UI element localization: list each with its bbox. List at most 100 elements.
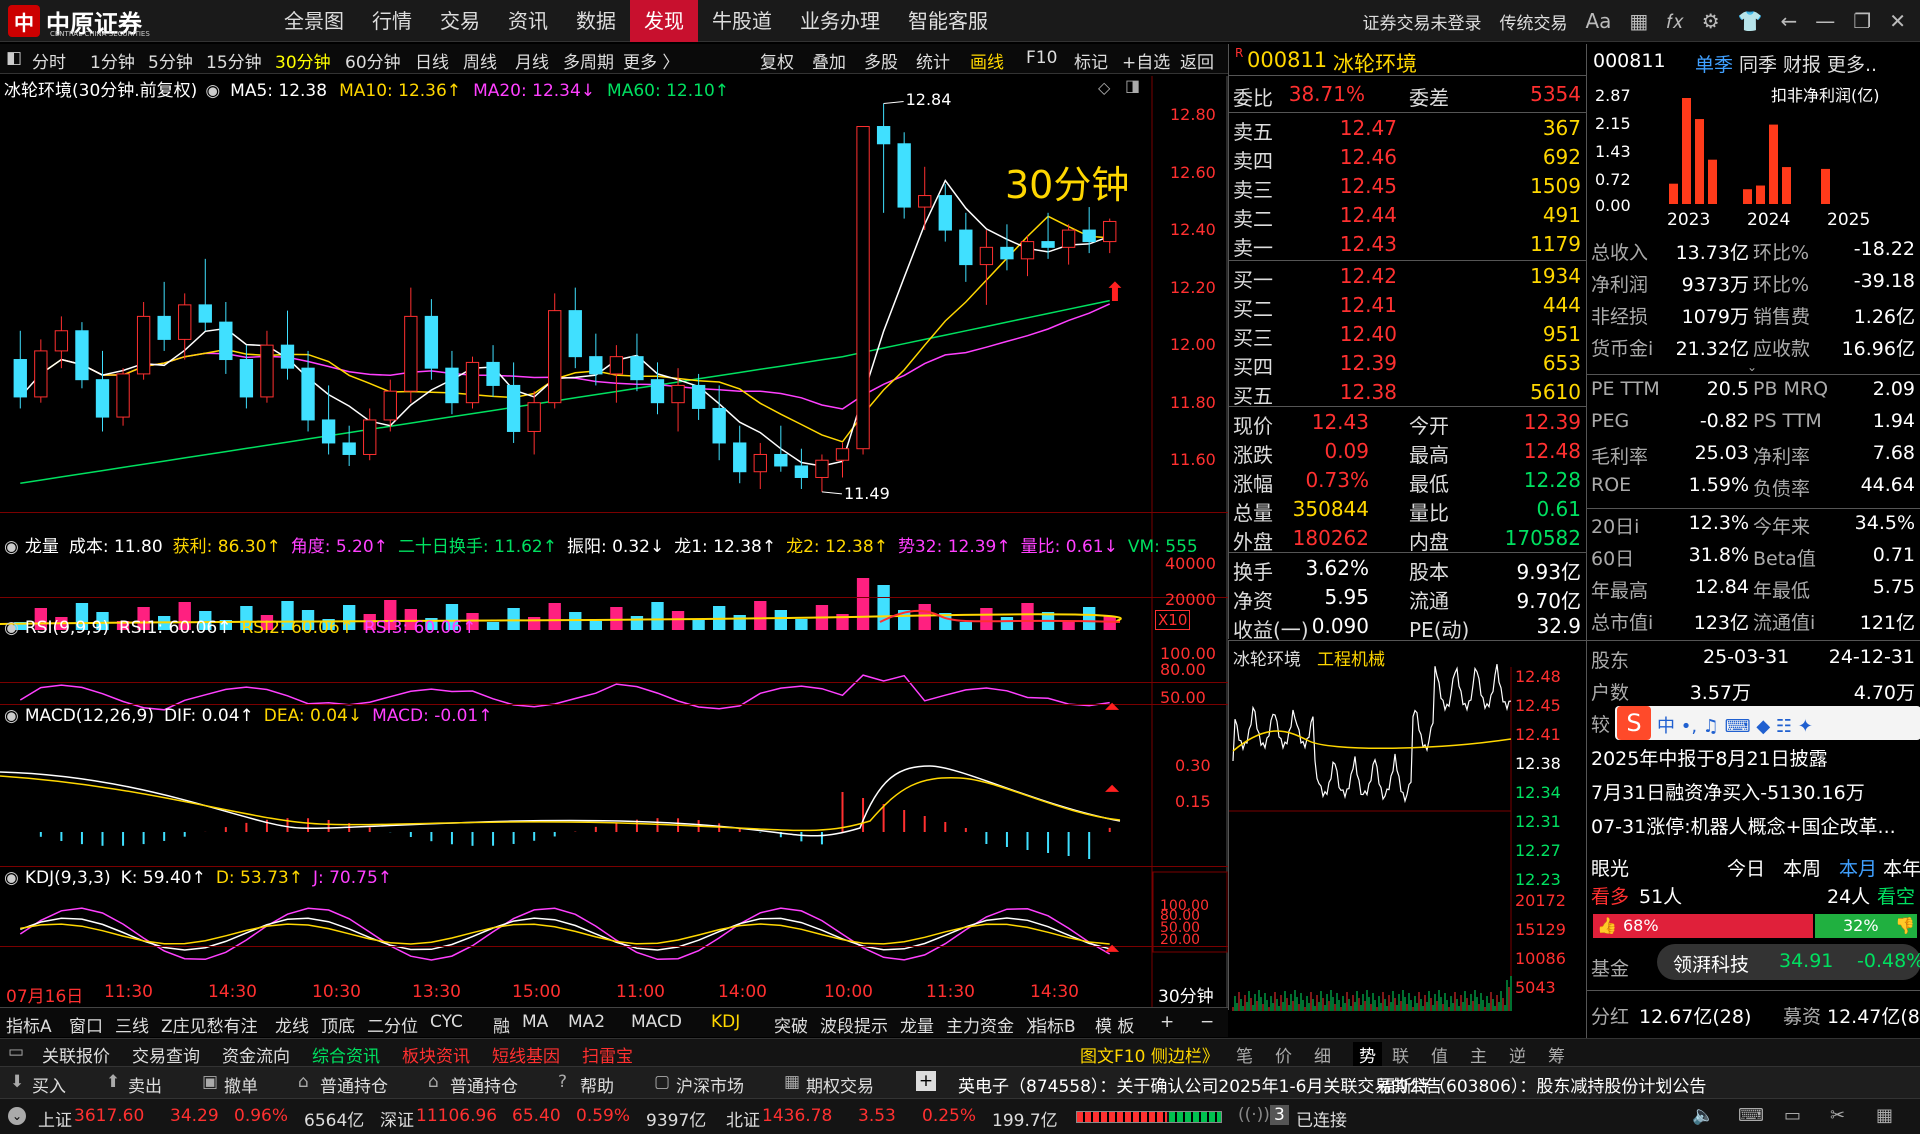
login-status[interactable]: 证券交易未登录 xyxy=(1362,9,1481,34)
tick-tab-1[interactable]: 价 xyxy=(1275,1042,1292,1067)
view-tab-1[interactable]: 本周 xyxy=(1783,854,1821,881)
view-tab-2[interactable]: 本月 xyxy=(1839,854,1877,881)
indicator-tab-16[interactable]: 主力资金 xyxy=(946,1012,1014,1037)
toolbar-action-2[interactable]: 多股 xyxy=(864,48,898,73)
back-arrow-icon[interactable]: ← xyxy=(1781,9,1798,33)
toolbar-action-6[interactable]: 标记 xyxy=(1074,48,1108,73)
period-tab-2[interactable]: 5分钟 xyxy=(148,48,193,73)
index-name-sh[interactable]: 上证 xyxy=(38,1106,72,1131)
nav-item-0[interactable]: 全景图 xyxy=(270,0,358,42)
gear-icon[interactable]: ⚙ xyxy=(1702,9,1720,33)
nav-item-5[interactable]: 发现 xyxy=(630,0,698,42)
f10-sidebar-link[interactable]: 图文F10 侧边栏》 xyxy=(1080,1042,1219,1067)
trade-button-6[interactable]: 沪深市场 xyxy=(676,1072,744,1097)
layout-toggle-icon[interactable]: ◧ xyxy=(6,48,22,68)
info-tab-0[interactable]: 关联报价 xyxy=(42,1042,110,1067)
grid-icon[interactable]: ▦ xyxy=(1629,9,1648,33)
tick-tab-4[interactable]: 联 xyxy=(1392,1042,1409,1067)
close-icon[interactable]: ✕ xyxy=(1889,9,1906,33)
trade-button-4[interactable]: 普通持仓 xyxy=(450,1072,518,1097)
indicator-tab-7[interactable]: CYC xyxy=(430,1012,463,1032)
tick-tab-0[interactable]: 笔 xyxy=(1236,1042,1253,1067)
info-toggle-icon[interactable]: ▭ xyxy=(8,1042,24,1062)
nav-item-4[interactable]: 数据 xyxy=(562,0,630,42)
period-tab-7[interactable]: 周线 xyxy=(463,48,497,73)
tick-tab-2[interactable]: 细 xyxy=(1314,1042,1331,1067)
indicator-tab-10[interactable]: MA2 xyxy=(568,1012,605,1032)
indicator-tab-11[interactable]: MACD xyxy=(631,1012,682,1032)
period-tab-6[interactable]: 日线 xyxy=(415,48,449,73)
period-tab-5[interactable]: 60分钟 xyxy=(345,48,401,73)
toolbar-action-7[interactable]: +自选 xyxy=(1122,48,1170,73)
indicator-right-tab-1[interactable]: 模 板 xyxy=(1095,1012,1134,1037)
view-tab-3[interactable]: 本年 xyxy=(1883,854,1920,881)
indicator-right-tab-2[interactable]: + xyxy=(1160,1012,1174,1032)
indicator-tab-9[interactable]: MA xyxy=(522,1012,548,1032)
tick-tab-8[interactable]: 筹 xyxy=(1548,1042,1565,1067)
minimize-icon[interactable]: — xyxy=(1815,9,1835,33)
toolbar-action-4[interactable]: 画线 xyxy=(970,48,1004,73)
tick-tab-7[interactable]: 逆 xyxy=(1509,1042,1526,1067)
news-plus-icon[interactable]: + xyxy=(916,1071,936,1091)
info-tab-1[interactable]: 交易查询 xyxy=(132,1042,200,1067)
period-tab-1[interactable]: 1分钟 xyxy=(90,48,135,73)
tick-tab-5[interactable]: 值 xyxy=(1431,1042,1448,1067)
nav-item-1[interactable]: 行情 xyxy=(358,0,426,42)
indicator-tab-2[interactable]: 三线 xyxy=(115,1012,149,1037)
news-ticker-0[interactable]: 英电子（874558）：关于确认公司2025年1-6月关联交易的公告 xyxy=(958,1072,1442,1097)
nav-item-8[interactable]: 智能客服 xyxy=(894,0,1002,42)
indicator-tab-6[interactable]: 二分位 xyxy=(367,1012,418,1037)
indicator-tab-12[interactable]: KDJ xyxy=(711,1012,740,1032)
kline-chart-area[interactable]: 冰轮环境(30分钟.前复权) ◉ MA5: 12.38 MA10: 12.36↑ MA2… xyxy=(0,76,1228,1011)
f10-news-1[interactable]: 7月31日融资净买入-5130.16万 xyxy=(1591,778,1917,805)
status-toggle-icon[interactable]: ⌄ xyxy=(8,1107,26,1125)
kline-chart-svg[interactable] xyxy=(0,76,1228,1011)
indicator-tab-14[interactable]: 波段提示 xyxy=(820,1012,888,1037)
shirt-icon[interactable]: 👕 xyxy=(1738,9,1763,33)
period-tab-0[interactable]: 分时 xyxy=(32,48,66,73)
period-tab-4[interactable]: 30分钟 xyxy=(275,48,331,73)
traditional-trade-button[interactable]: 传统交易 xyxy=(1499,9,1567,34)
restore-icon[interactable]: ❐ xyxy=(1853,9,1871,33)
nav-item-7[interactable]: 业务办理 xyxy=(786,0,894,42)
indicator-tab-4[interactable]: 龙线 xyxy=(275,1012,309,1037)
info-tab-2[interactable]: 资金流向 xyxy=(222,1042,290,1067)
info-tab-5[interactable]: 短线基因 xyxy=(492,1042,560,1067)
keyboard-icon[interactable]: ⌨ xyxy=(1738,1105,1764,1126)
info-tab-6[interactable]: 扫雷宝 xyxy=(582,1042,633,1067)
f10-expand-icon[interactable]: ⌄ xyxy=(1747,360,1757,374)
indicator-tab-5[interactable]: 顶底 xyxy=(321,1012,355,1037)
trade-button-5[interactable]: 帮助 xyxy=(580,1072,614,1097)
f10-news-0[interactable]: 2025年中报于8月21日披露 xyxy=(1591,744,1917,771)
indicator-tab-13[interactable]: 突破 xyxy=(774,1012,808,1037)
speaker-icon[interactable]: 🔈 xyxy=(1692,1105,1714,1126)
calculator-icon[interactable]: ▦ xyxy=(1876,1105,1893,1126)
view-tab-0[interactable]: 今日 xyxy=(1727,854,1765,881)
indicator-tab-0[interactable]: 指标A xyxy=(6,1012,52,1037)
trade-button-3[interactable]: 普通持仓 xyxy=(320,1072,388,1097)
toolbar-action-8[interactable]: 返回 xyxy=(1180,48,1214,73)
trade-button-2[interactable]: 撤单 xyxy=(224,1072,258,1097)
ime-toolbar[interactable]: S 中 •, ♫ ⌨ ◆ ☷ ✦ xyxy=(1615,706,1920,740)
period-tab-3[interactable]: 15分钟 xyxy=(206,48,262,73)
stock-popup[interactable]: 领湃科技 34.91 -0.48% xyxy=(1657,944,1920,980)
indicator-tab-8[interactable]: 融 xyxy=(493,1012,510,1037)
period-tab-9[interactable]: 多周期 xyxy=(563,48,614,73)
indicator-right-tab-0[interactable]: 指标B xyxy=(1030,1012,1076,1037)
index-name-bz[interactable]: 北证 xyxy=(726,1106,760,1131)
period-tab-10[interactable]: 更多 〉 xyxy=(623,48,679,73)
toolbar-action-3[interactable]: 统计 xyxy=(916,48,950,73)
indicator-tab-1[interactable]: 窗口 xyxy=(69,1012,103,1037)
indicator-tab-15[interactable]: 龙量 xyxy=(900,1012,934,1037)
font-size-button[interactable]: Aa xyxy=(1585,9,1611,33)
trade-button-1[interactable]: 卖出 xyxy=(128,1072,162,1097)
indicator-tab-3[interactable]: Z庄见愁有注 xyxy=(161,1012,258,1037)
monitor-icon[interactable]: ▭ xyxy=(1784,1105,1801,1126)
toolbar-action-1[interactable]: 叠加 xyxy=(812,48,846,73)
info-tab-3[interactable]: 综合资讯 xyxy=(312,1042,380,1067)
news-ticker-1[interactable]: 福斯特（603806）：股东减持股份计划公告 xyxy=(1378,1072,1706,1097)
tick-tab-3[interactable]: 势 xyxy=(1353,1042,1382,1067)
intraday-sector[interactable]: 工程机械 xyxy=(1317,645,1385,670)
nav-item-3[interactable]: 资讯 xyxy=(494,0,562,42)
trade-button-7[interactable]: 期权交易 xyxy=(806,1072,874,1097)
